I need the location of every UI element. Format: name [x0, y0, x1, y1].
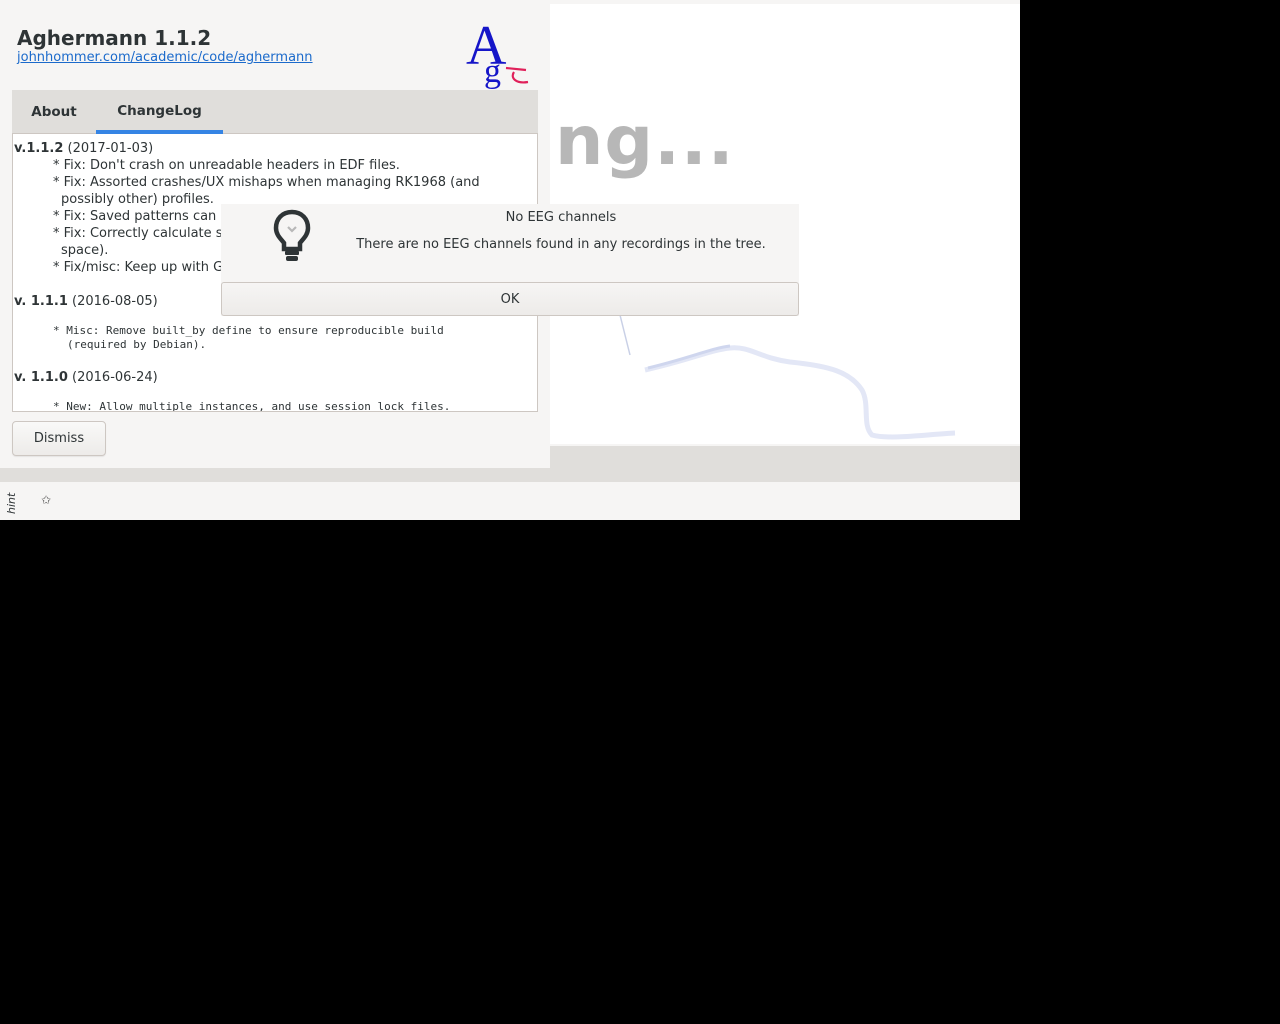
- svg-text:g: g: [484, 53, 501, 90]
- changelog-line: * Fix/misc: Keep up with G: [53, 260, 224, 275]
- lightbulb-icon: [273, 209, 311, 261]
- tab-bar: About ChangeLog: [12, 90, 538, 134]
- aghermann-logo: A g: [466, 15, 529, 90]
- changelog-line: * Fix: Saved patterns can: [53, 209, 217, 224]
- decorative-swoosh: [619, 314, 956, 440]
- version-date: (2016-08-05): [72, 294, 158, 309]
- version-date: (2017-01-03): [67, 141, 154, 156]
- status-bar: [0, 482, 1020, 520]
- star-icon[interactable]: ✩: [41, 493, 51, 507]
- changelog-line: * Misc: Remove built_by define to ensure…: [53, 324, 444, 337]
- message-text: There are no EEG channels found in any r…: [356, 237, 766, 252]
- changelog-line: * Fix: Correctly calculate s: [53, 226, 223, 241]
- tab-changelog[interactable]: ChangeLog: [96, 90, 223, 134]
- lower-panel: [550, 446, 1020, 482]
- tab-about[interactable]: About: [12, 90, 96, 134]
- changelog-line: * Fix: Assorted crashes/UX mishaps when …: [53, 175, 480, 190]
- message-dialog: No EEG channels There are no EEG channel…: [221, 204, 799, 316]
- changelog-line: possibly other) profiles.: [61, 192, 214, 207]
- lower-panel-left: [0, 468, 550, 482]
- dismiss-button[interactable]: Dismiss: [12, 421, 106, 456]
- message-body: No EEG channels There are no EEG channel…: [221, 204, 799, 282]
- changelog-line: space).: [61, 243, 109, 258]
- website-link[interactable]: johnhommer.com/academic/code/aghermann: [17, 50, 313, 65]
- hint-label: hint: [5, 492, 18, 514]
- changelog-line: * Fix: Don't crash on unreadable headers…: [53, 158, 400, 173]
- loading-text: ng...: [555, 102, 735, 181]
- version-label: v.1.1.2: [14, 141, 64, 156]
- changelog-version-line: v. 1.1.0 (2016-06-24): [14, 369, 158, 386]
- changelog-line: * New: Allow multiple instances, and use…: [53, 400, 451, 412]
- ok-button[interactable]: OK: [221, 282, 799, 316]
- version-label: v. 1.1.0: [14, 370, 68, 385]
- about-title: Aghermann 1.1.2: [17, 26, 212, 50]
- changelog-line: (required by Debian).: [67, 338, 207, 351]
- changelog-version-line: v. 1.1.1 (2016-08-05): [14, 293, 158, 310]
- changelog-version-line: v.1.1.2 (2017-01-03): [14, 140, 153, 157]
- message-title: No EEG channels: [505, 210, 617, 225]
- version-date: (2016-06-24): [72, 370, 158, 385]
- version-label: v. 1.1.1: [14, 294, 68, 309]
